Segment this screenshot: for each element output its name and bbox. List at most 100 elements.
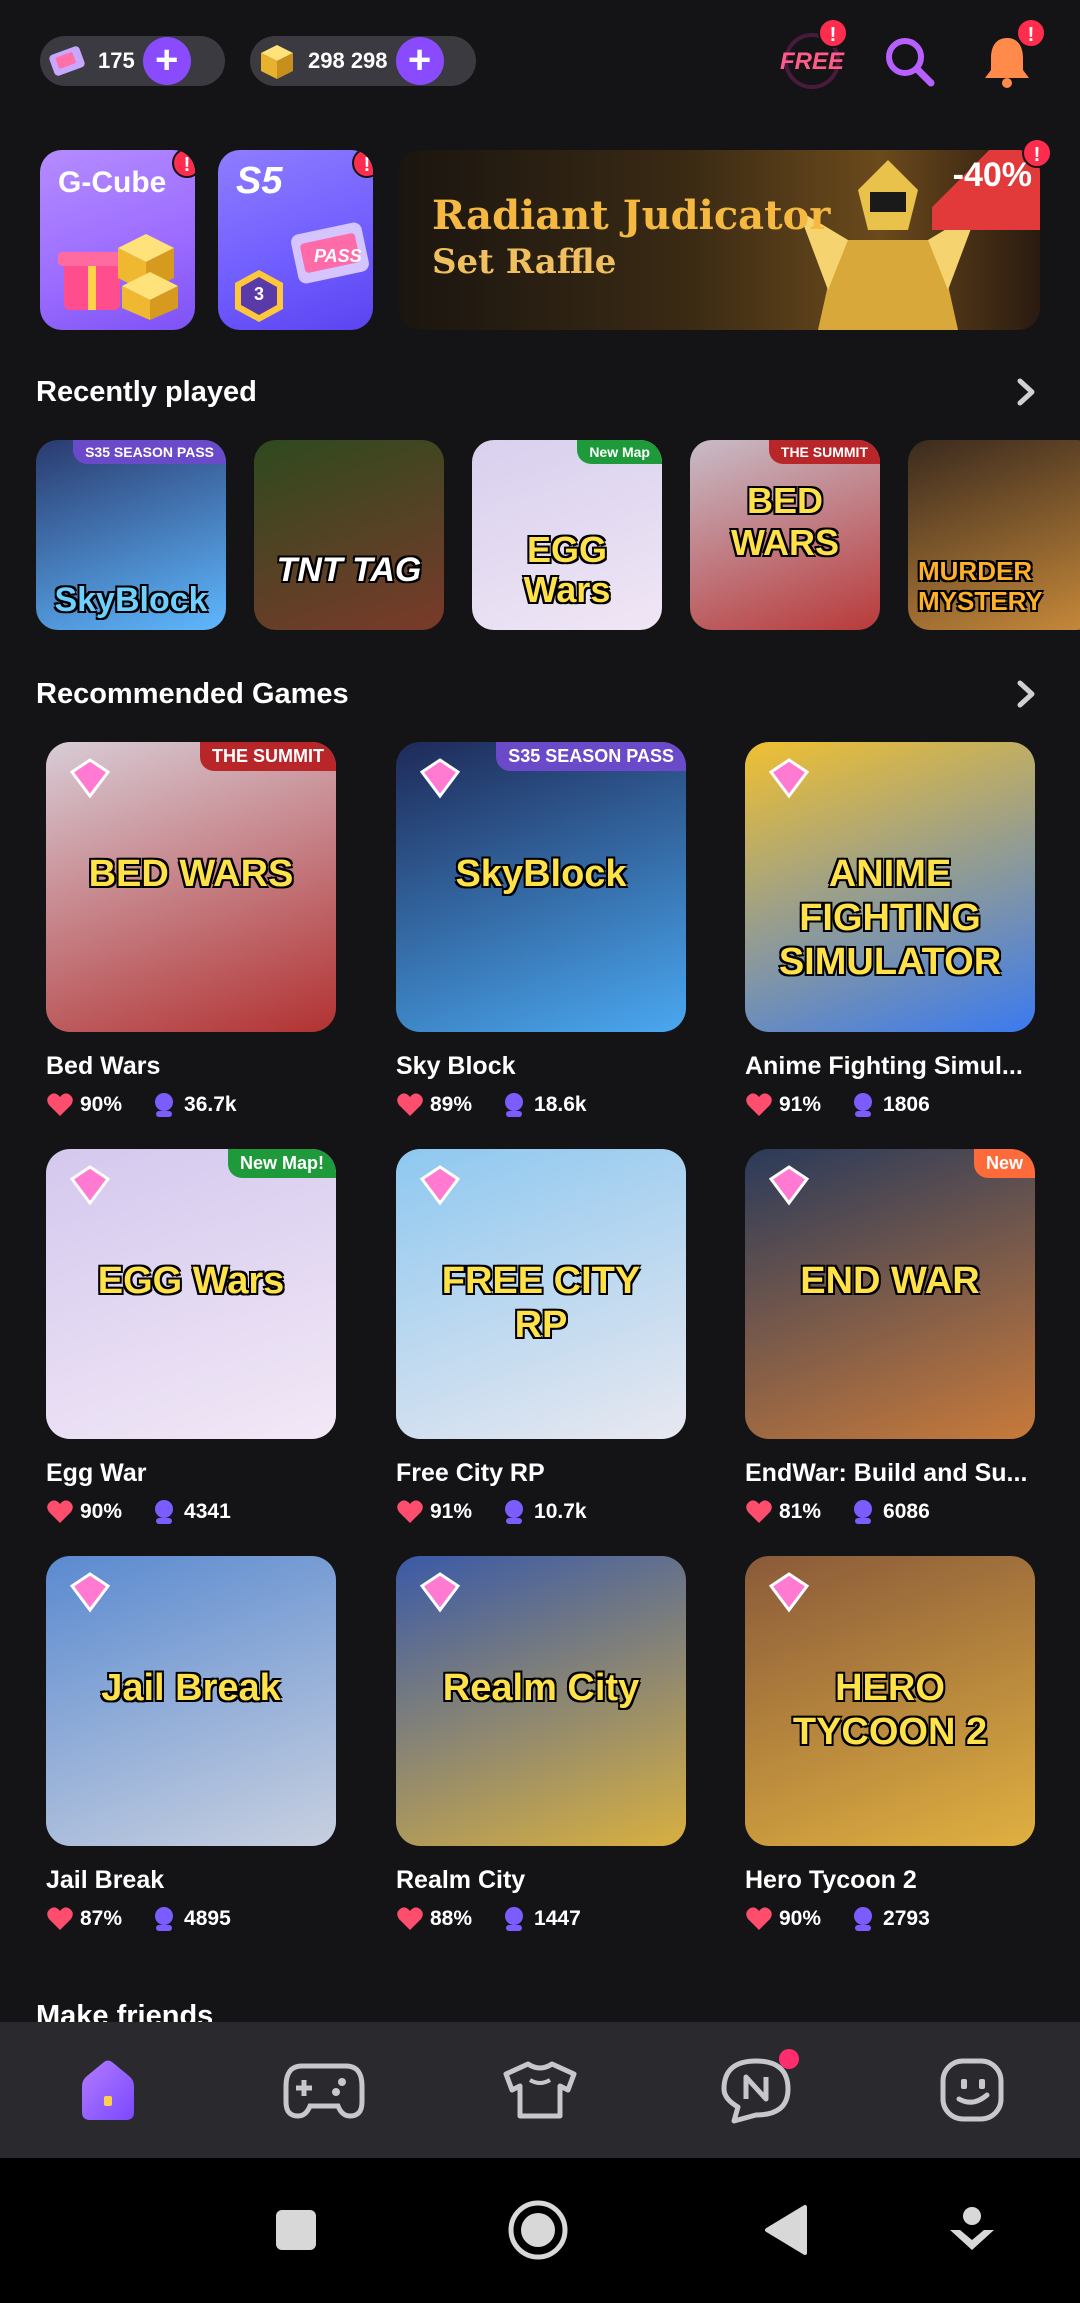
game-stats: 91% 10.7k xyxy=(396,1498,686,1526)
game-card[interactable]: Realm City Realm City 88% 1447 xyxy=(396,1556,686,1933)
back-icon[interactable] xyxy=(754,2198,818,2262)
discount-label: -40% xyxy=(952,156,1032,194)
gamepad-icon xyxy=(283,2063,365,2119)
diamond-icon xyxy=(419,1572,461,1613)
game-thumb-text: ANIME FIGHTING SIMULATOR xyxy=(778,853,1002,983)
recent-title: Recently played xyxy=(36,375,257,408)
nav-shop[interactable] xyxy=(485,2035,595,2145)
raffle-subtitle: Set Raffle xyxy=(432,242,617,282)
search-icon[interactable] xyxy=(878,30,940,92)
season-title: S5 xyxy=(236,160,283,202)
raffle-title: Radiant Judicator xyxy=(432,192,831,239)
diamond-icon xyxy=(768,1165,810,1206)
game-rating: 81% xyxy=(779,1500,822,1523)
season-pass-card[interactable]: S5 PASS 3 ! xyxy=(218,150,373,330)
home-icon xyxy=(82,2060,134,2120)
cubes-pill[interactable]: 298 298 + xyxy=(250,36,476,86)
gold-cube-icon xyxy=(250,36,304,86)
game-card[interactable]: FREE CITY RP Free City RP 91% 10.7k xyxy=(396,1149,686,1526)
add-cubes-button[interactable]: + xyxy=(395,37,444,85)
game-card[interactable]: HERO TYCOON 2 Hero Tycoon 2 90% 2793 xyxy=(745,1556,1035,1933)
raffle-banner[interactable]: Radiant Judicator Set Raffle -40% xyxy=(398,150,1040,330)
top-bar: 175 + 298 298 + FREE ! ! xyxy=(0,0,1080,130)
game-thumbnail[interactable]: HERO TYCOON 2 xyxy=(745,1556,1035,1846)
recent-card-tnt-tag[interactable]: TNT TAG xyxy=(254,440,444,630)
game-card[interactable]: THE SUMMIT BED WARS Bed Wars 90% 36.7k xyxy=(46,742,336,1119)
recent-card-egg-wars[interactable]: New Map EGG Wars xyxy=(472,440,662,630)
game-name: Anime Fighting Simul... xyxy=(745,1052,1023,1080)
game-name: EndWar: Build and Su... xyxy=(745,1459,1028,1487)
nav-profile[interactable] xyxy=(917,2035,1027,2145)
game-name: Sky Block xyxy=(396,1052,516,1080)
game-tag: New xyxy=(973,1149,1035,1178)
square-icon[interactable] xyxy=(264,2198,328,2262)
diamond-icon xyxy=(69,758,111,799)
diamond-icon xyxy=(419,1165,461,1206)
game-thumb-text: EGG Wars xyxy=(97,1260,285,1302)
game-thumbnail[interactable]: New END WAR xyxy=(745,1149,1035,1439)
game-thumbnail[interactable]: ANIME FIGHTING SIMULATOR xyxy=(745,742,1035,1032)
players-icon xyxy=(150,1091,178,1119)
players-icon xyxy=(500,1905,528,1933)
game-thumbnail[interactable]: Jail Break xyxy=(46,1556,336,1846)
recent-card-bed-wars[interactable]: THE SUMMIT BED WARS xyxy=(690,440,880,630)
recent-header[interactable]: Recently played xyxy=(36,370,1044,414)
bell-icon[interactable]: ! xyxy=(976,18,1046,92)
circle-icon[interactable] xyxy=(506,2198,570,2262)
heart-icon xyxy=(396,1091,424,1119)
discount-ribbon: -40% xyxy=(932,150,1040,230)
recent-list: S35 SEASON PASS SkyBlock TNT TAG New Map… xyxy=(36,440,1080,630)
players-icon xyxy=(500,1498,528,1526)
season-badge: ! xyxy=(352,150,373,178)
game-thumbnail[interactable]: FREE CITY RP xyxy=(396,1149,686,1439)
game-card[interactable]: New Map! EGG Wars Egg War 90% 4341 xyxy=(46,1149,336,1526)
tickets-pill[interactable]: 175 + xyxy=(40,36,225,86)
game-players: 4341 xyxy=(184,1500,231,1523)
game-thumbnail[interactable]: Realm City xyxy=(396,1556,686,1846)
game-card[interactable]: ANIME FIGHTING SIMULATOR Anime Fighting S… xyxy=(745,742,1035,1119)
game-card[interactable]: S35 SEASON PASS SkyBlock Sky Block 89% 18.6k xyxy=(396,742,686,1119)
game-thumbnail[interactable]: New Map! EGG Wars xyxy=(46,1149,336,1439)
heart-icon xyxy=(46,1905,74,1933)
game-thumbnail[interactable]: THE SUMMIT BED WARS xyxy=(46,742,336,1032)
players-icon xyxy=(849,1905,877,1933)
nav-home[interactable] xyxy=(53,2035,163,2145)
game-thumb-text: END WAR xyxy=(800,1260,980,1302)
recent-tag: New Map xyxy=(577,440,662,464)
bell-badge: ! xyxy=(1016,18,1046,48)
game-name: Free City RP xyxy=(396,1459,545,1487)
chevron-right-icon[interactable] xyxy=(1008,676,1044,712)
tickets-count: 175 xyxy=(98,48,135,73)
nav-games[interactable] xyxy=(269,2035,379,2145)
recommended-header[interactable]: Recommended Games xyxy=(36,672,1044,716)
heart-icon xyxy=(745,1905,773,1933)
recent-title-text: EGG Wars xyxy=(523,529,611,610)
game-card[interactable]: New END WAR EndWar: Build and Su... 81% 6086 xyxy=(745,1149,1035,1526)
recent-thumb-bg xyxy=(254,440,444,630)
recent-title-text: TNT TAG xyxy=(276,551,422,589)
recommended-title: Recommended Games xyxy=(36,677,349,710)
game-card[interactable]: Jail Break Jail Break 87% 4895 xyxy=(46,1556,336,1933)
gift-cubes-icon xyxy=(58,234,178,320)
recent-card-skyblock[interactable]: S35 SEASON PASS SkyBlock xyxy=(36,440,226,630)
game-name: Realm City xyxy=(396,1866,526,1894)
bottom-nav xyxy=(0,2022,1080,2158)
gcube-title: G-Cube xyxy=(58,166,167,199)
game-rating: 87% xyxy=(80,1907,123,1930)
chevron-right-icon[interactable] xyxy=(1008,374,1044,410)
game-name: Jail Break xyxy=(46,1866,165,1894)
game-tag: S35 SEASON PASS xyxy=(496,742,686,771)
recent-title-text: SkyBlock xyxy=(54,581,208,619)
add-tickets-button[interactable]: + xyxy=(142,37,191,85)
game-stats: 90% 2793 xyxy=(745,1905,1035,1933)
gcube-card[interactable]: G-Cube ! xyxy=(40,150,195,330)
game-thumbnail[interactable]: S35 SEASON PASS SkyBlock xyxy=(396,742,686,1032)
heart-icon xyxy=(46,1498,74,1526)
free-button[interactable]: FREE ! xyxy=(776,18,848,92)
download-icon[interactable] xyxy=(940,2198,1004,2262)
heart-icon xyxy=(745,1091,773,1119)
recent-card-murder-mystery[interactable]: MURDER MYSTERY xyxy=(908,440,1080,630)
game-rating: 90% xyxy=(779,1907,822,1930)
system-nav-bar xyxy=(0,2158,1080,2303)
nav-chat[interactable] xyxy=(701,2035,811,2145)
